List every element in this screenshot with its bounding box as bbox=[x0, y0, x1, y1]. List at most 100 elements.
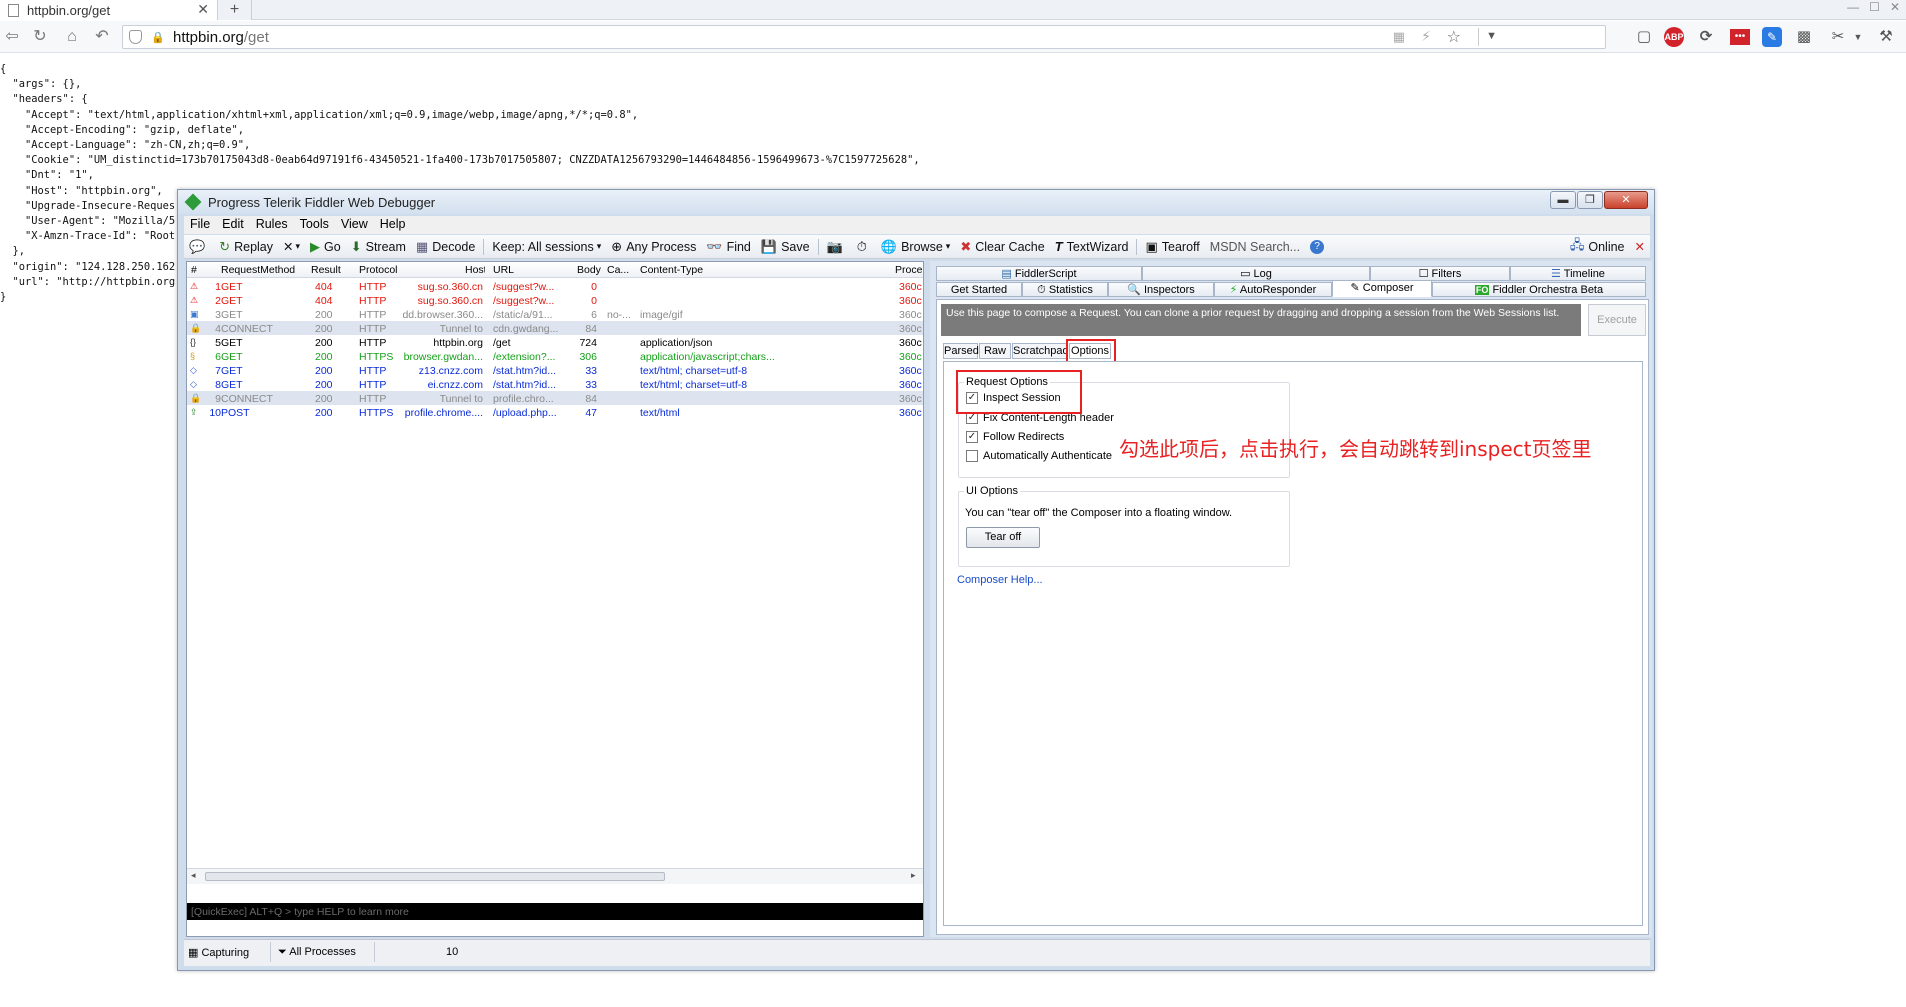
checkbox[interactable] bbox=[966, 450, 978, 462]
col-url[interactable]: URL bbox=[493, 264, 514, 276]
tools-icon[interactable]: ⚒ bbox=[1876, 27, 1896, 47]
lightning-icon[interactable]: ⚡ bbox=[1421, 28, 1431, 45]
tearoff-button[interactable]: ▣ Tearoff bbox=[1140, 239, 1204, 255]
stream-button[interactable]: ⬇ Stream bbox=[346, 239, 411, 255]
menu-file[interactable]: File bbox=[184, 216, 216, 234]
scroll-left-icon[interactable]: ◂ bbox=[191, 870, 196, 881]
tab-fiddler-orchestra[interactable]: FO Fiddler Orchestra Beta bbox=[1432, 282, 1646, 297]
col-body[interactable]: Body bbox=[577, 264, 601, 276]
scroll-right-icon[interactable]: ▸ bbox=[911, 870, 916, 881]
sync-icon[interactable]: ⟳ bbox=[1696, 27, 1716, 47]
extension-icon[interactable]: ••• bbox=[1730, 29, 1750, 45]
menu-help[interactable]: Help bbox=[374, 216, 412, 234]
online-indicator[interactable]: 🖧 Online bbox=[1565, 236, 1630, 258]
tab-fiddlerscript[interactable]: ▤ FiddlerScript bbox=[936, 266, 1142, 281]
col-method[interactable]: RequestMethod bbox=[221, 264, 295, 276]
tab-composer[interactable]: ✎ Composer bbox=[1332, 280, 1432, 297]
comment-button[interactable]: 💬 bbox=[184, 239, 214, 255]
tab-filters[interactable]: ☐ Filters bbox=[1370, 266, 1510, 281]
maximize-icon[interactable]: ☐ bbox=[1869, 0, 1880, 14]
session-row[interactable]: ⚠ 2 GET 404 HTTP sug.so.360.cn/suggest?w... 0 3… bbox=[187, 293, 923, 307]
session-row[interactable]: ◇ 7 GET 200 HTTP z13.cnzz.com/stat.htm?id... 3… bbox=[187, 363, 923, 377]
reload-icon[interactable]: ↻ bbox=[30, 27, 50, 47]
scissors-icon[interactable]: ✂ bbox=[1828, 27, 1848, 47]
decode-button[interactable]: ▦ Decode bbox=[411, 239, 480, 255]
remove-button[interactable]: ✕ ▾ bbox=[278, 239, 305, 254]
qr-icon[interactable]: ▦ bbox=[1393, 29, 1405, 45]
session-row[interactable]: ◇ 8 GET 200 HTTP ei.cnzz.com/stat.htm?id... 33… bbox=[187, 377, 923, 391]
replay-button[interactable]: ↻ Replay bbox=[214, 239, 278, 255]
follow-redirects-option[interactable]: ✓ Follow Redirects bbox=[966, 431, 1064, 443]
checkbox[interactable]: ✓ bbox=[966, 431, 978, 443]
session-row[interactable]: ⇪ 10 POST 200 HTTPS profile.chrome..../upload… bbox=[187, 405, 923, 419]
home-icon[interactable]: ⌂ bbox=[62, 27, 82, 47]
tab-get-started[interactable]: Get Started bbox=[936, 282, 1022, 297]
textwizard-button[interactable]: T TextWizard bbox=[1050, 239, 1134, 254]
scrollbar-thumb[interactable] bbox=[205, 872, 665, 881]
qrcode-icon[interactable]: ▩ bbox=[1794, 27, 1814, 47]
session-row[interactable]: 🔒 4 CONNECT 200 HTTP Tunnel to cdn.gwdang... 84… bbox=[187, 321, 923, 335]
tab-inspectors[interactable]: 🔍 Inspectors bbox=[1108, 282, 1214, 297]
col-number[interactable]: # bbox=[191, 264, 197, 276]
close-tab-icon[interactable]: ✕ bbox=[197, 1, 209, 18]
keep-sessions-dropdown[interactable]: Keep: All sessions ▾ bbox=[487, 240, 606, 254]
timer-button[interactable]: ⏱ bbox=[852, 239, 876, 255]
any-process-button[interactable]: ⊕ Any Process bbox=[606, 239, 701, 255]
find-button[interactable]: 👓 Find bbox=[701, 239, 756, 255]
menu-tools[interactable]: Tools bbox=[294, 216, 335, 234]
minimize-icon[interactable]: — bbox=[1847, 0, 1859, 14]
back-icon[interactable]: ⇦ bbox=[2, 27, 22, 47]
star-icon[interactable]: ☆ bbox=[1447, 27, 1461, 47]
menu-rules[interactable]: Rules bbox=[250, 216, 294, 234]
capturing-status[interactable]: ▦ Capturing bbox=[188, 946, 249, 959]
close-icon[interactable]: ✕ bbox=[1890, 0, 1900, 14]
close-toolbar-icon[interactable]: ✕ bbox=[1630, 239, 1650, 254]
col-protocol[interactable]: Protocol bbox=[359, 264, 398, 276]
session-row[interactable]: ⚠ 1 GET 404 HTTP sug.so.360.cn/suggest?w... 0 3… bbox=[187, 279, 923, 293]
apps-icon[interactable]: ▢ bbox=[1634, 27, 1654, 47]
minimize-button[interactable]: ▬ bbox=[1550, 191, 1576, 209]
horizontal-scrollbar[interactable]: ◂ ▸ bbox=[187, 868, 923, 884]
browser-tab[interactable]: httpbin.org/get ✕ bbox=[0, 0, 218, 20]
quickexec-input[interactable]: [QuickExec] ALT+Q > type HELP to learn m… bbox=[187, 903, 923, 920]
close-button[interactable]: ✕ bbox=[1604, 191, 1648, 209]
tab-autoresponder[interactable]: ⚡ AutoResponder bbox=[1214, 282, 1332, 297]
chevron-down-icon[interactable]: ▼ bbox=[1848, 27, 1868, 47]
col-host[interactable]: Host bbox=[465, 264, 485, 276]
go-button[interactable]: ▶ Go bbox=[305, 239, 346, 255]
new-tab-button[interactable]: + bbox=[218, 0, 252, 20]
session-row[interactable]: 🔒 9 CONNECT 200 HTTP Tunnel to profile.chro...… bbox=[187, 391, 923, 405]
tab-log[interactable]: ▭ Log bbox=[1142, 266, 1370, 281]
subtab-scratchpad[interactable]: Scratchpad bbox=[1012, 343, 1069, 359]
execute-button[interactable]: Execute bbox=[1588, 304, 1646, 336]
col-process[interactable]: Proce bbox=[895, 264, 923, 276]
clear-cache-button[interactable]: ✖ Clear Cache bbox=[955, 239, 1049, 255]
subtab-parsed[interactable]: Parsed bbox=[943, 343, 979, 359]
tear-off-button[interactable]: Tear off bbox=[966, 527, 1040, 548]
subtab-raw[interactable]: Raw bbox=[979, 343, 1011, 359]
auto-authenticate-option[interactable]: Automatically Authenticate bbox=[966, 450, 1112, 462]
menu-edit[interactable]: Edit bbox=[216, 216, 250, 234]
msdn-search-input[interactable]: MSDN Search... bbox=[1205, 240, 1305, 254]
session-row[interactable]: {} 5 GET 200 HTTP httpbin.org/get 724 applicati… bbox=[187, 335, 923, 349]
adblock-icon[interactable]: ABP bbox=[1664, 27, 1684, 47]
address-bar[interactable]: 🔒 httpbin.org/get ▦ ⚡ ☆ ▼ bbox=[122, 25, 1606, 49]
maximize-button[interactable]: ❐ bbox=[1577, 191, 1603, 209]
session-row[interactable]: § 6 GET 200 HTTPS browser.gwdan.../extension?… bbox=[187, 349, 923, 363]
save-button[interactable]: 💾 Save bbox=[756, 239, 815, 255]
pen-icon[interactable]: ✎ bbox=[1762, 27, 1782, 47]
chevron-down-icon[interactable]: ▼ bbox=[1486, 30, 1497, 42]
composer-help-link[interactable]: Composer Help... bbox=[957, 574, 1043, 586]
tab-timeline[interactable]: ☰ Timeline bbox=[1510, 266, 1646, 281]
menu-view[interactable]: View bbox=[335, 216, 374, 234]
screenshot-button[interactable]: 📷 bbox=[822, 239, 852, 255]
col-content-type[interactable]: Content-Type bbox=[640, 264, 703, 276]
help-button[interactable]: ? bbox=[1305, 239, 1333, 254]
session-row[interactable]: ▣ 3 GET 200 HTTP dd.browser.360.../static/a/9… bbox=[187, 307, 923, 321]
browse-button[interactable]: 🌐 Browse ▾ bbox=[876, 239, 955, 255]
tab-statistics[interactable]: ⏱ Statistics bbox=[1022, 282, 1108, 297]
undo-icon[interactable]: ↶ bbox=[92, 27, 112, 47]
col-result[interactable]: Result bbox=[311, 264, 341, 276]
process-filter[interactable]: ⏷ All Processes bbox=[278, 946, 356, 959]
col-caching[interactable]: Ca... bbox=[607, 264, 629, 276]
